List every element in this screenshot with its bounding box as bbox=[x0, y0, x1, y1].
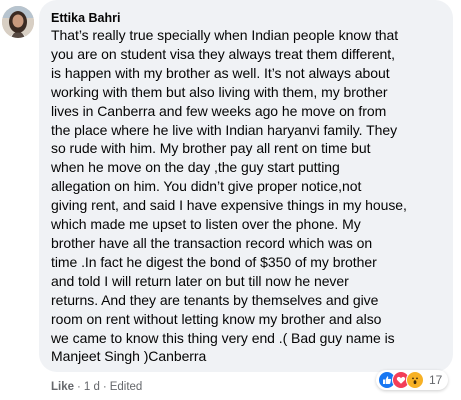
edited-label[interactable]: Edited bbox=[110, 381, 143, 393]
separator: · bbox=[102, 381, 107, 393]
wow-icon bbox=[406, 371, 424, 389]
like-button[interactable]: Like bbox=[51, 381, 74, 393]
timestamp[interactable]: 1 d bbox=[84, 381, 100, 393]
profile-photo bbox=[2, 6, 34, 38]
reactions-summary[interactable]: 17 bbox=[376, 370, 449, 390]
comment-text: That’s really true specially when Indian… bbox=[51, 27, 407, 365]
comment-actions: Like · 1 d · Edited bbox=[51, 380, 142, 394]
author-name[interactable]: Ettika Bahri bbox=[51, 10, 441, 26]
comment: Ettika Bahri That’s really true speciall… bbox=[0, 0, 461, 400]
separator: · bbox=[77, 381, 81, 393]
reaction-count: 17 bbox=[429, 373, 443, 387]
avatar[interactable] bbox=[2, 6, 34, 38]
comment-bubble: Ettika Bahri That’s really true speciall… bbox=[39, 0, 453, 372]
